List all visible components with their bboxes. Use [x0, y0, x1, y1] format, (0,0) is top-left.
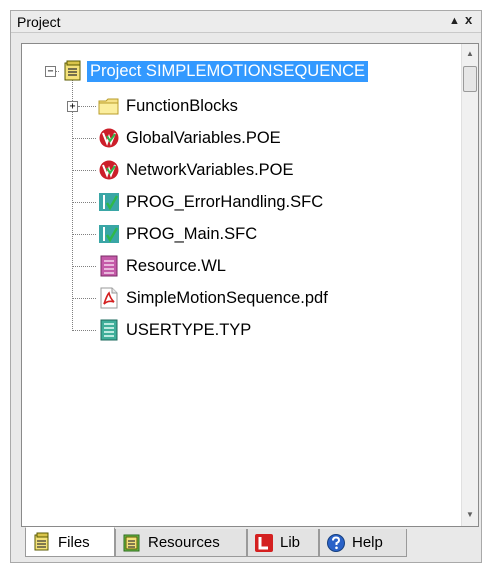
- panel-title: Project: [17, 14, 61, 30]
- tree-item-label: GlobalVariables.POE: [126, 128, 281, 147]
- project-panel: Project ▲ x − + Project SIMPLEMOTIONSEQU…: [10, 10, 482, 563]
- tree-item-resource-wl[interactable]: Resource.WL: [98, 253, 229, 279]
- tree-item-globalvariables[interactable]: GlobalVariables.POE: [98, 125, 284, 151]
- tree-item-label: USERTYPE.TYP: [126, 320, 252, 339]
- tree-item-label: Project SIMPLEMOTIONSEQUENCE: [87, 60, 369, 82]
- tab-label: Lib: [280, 534, 301, 551]
- tree-item-functionblocks[interactable]: FunctionBlocks: [98, 93, 241, 119]
- scroll-thumb[interactable]: [463, 66, 477, 92]
- help-icon: [327, 533, 345, 552]
- tree-connector: [72, 170, 96, 171]
- tree-connector: [72, 330, 96, 331]
- tree-connector: [72, 234, 96, 235]
- tab-label: Help: [352, 534, 383, 551]
- tree-connector: [72, 78, 73, 331]
- tree-item-label: FunctionBlocks: [126, 96, 238, 115]
- scroll-down-button[interactable]: ▼: [462, 506, 478, 523]
- panel-titlebar: Project ▲ x: [11, 11, 481, 33]
- tree-item-usertype[interactable]: USERTYPE.TYP: [98, 317, 254, 343]
- tree-item-pdf[interactable]: SimpleMotionSequence.pdf: [98, 285, 331, 311]
- tree-item-label: PROG_ErrorHandling.SFC: [126, 192, 324, 211]
- tab-label: Resources: [148, 534, 220, 551]
- tree-connector: [72, 298, 96, 299]
- resources-icon: [123, 534, 140, 551]
- tree-item-label: SimpleMotionSequence.pdf: [126, 288, 328, 307]
- sfc-icon: [99, 225, 119, 243]
- collapse-root-button[interactable]: −: [45, 66, 56, 77]
- tree-item-prog-main[interactable]: PROG_Main.SFC: [98, 221, 260, 247]
- folder-icon: [98, 98, 119, 115]
- lib-icon: [255, 533, 273, 552]
- expand-functionblocks-button[interactable]: +: [67, 101, 78, 112]
- close-button[interactable]: x: [465, 13, 472, 27]
- tree-item-label: NetworkVariables.POE: [126, 160, 294, 179]
- scroll-up-button[interactable]: ▲: [462, 45, 478, 62]
- project-tree[interactable]: − + Project SIMPLEMOTIONSEQUENCE Functio…: [21, 43, 479, 527]
- resource-icon: [100, 255, 118, 277]
- tab-lib[interactable]: Lib: [247, 529, 319, 557]
- poe-icon: [99, 160, 119, 180]
- usertype-icon: [100, 319, 118, 341]
- sfc-icon: [99, 193, 119, 211]
- pdf-icon: [100, 287, 118, 309]
- tab-label: Files: [58, 533, 90, 551]
- tree-connector: [72, 266, 96, 267]
- tree-connector: [78, 106, 96, 107]
- tree-item-project-root[interactable]: Project SIMPLEMOTIONSEQUENCE: [62, 58, 369, 84]
- tab-files[interactable]: Files: [25, 527, 115, 557]
- vertical-scrollbar[interactable]: ▲ ▼: [461, 44, 478, 526]
- tree-item-networkvariables[interactable]: NetworkVariables.POE: [98, 157, 297, 183]
- pin-button[interactable]: ▲: [449, 14, 460, 28]
- panel-tabs: Files Resources Lib Help: [25, 527, 475, 559]
- tree-connector: [72, 202, 96, 203]
- tree-connector: [72, 138, 96, 139]
- tree-item-label: Resource.WL: [126, 256, 226, 275]
- tab-resources[interactable]: Resources: [115, 529, 247, 557]
- tab-help[interactable]: Help: [319, 529, 407, 557]
- poe-icon: [99, 128, 119, 148]
- files-icon: [34, 532, 49, 551]
- project-icon: [64, 60, 81, 81]
- tree-item-prog-errorhandling[interactable]: PROG_ErrorHandling.SFC: [98, 189, 326, 215]
- tree-item-label: PROG_Main.SFC: [126, 224, 258, 243]
